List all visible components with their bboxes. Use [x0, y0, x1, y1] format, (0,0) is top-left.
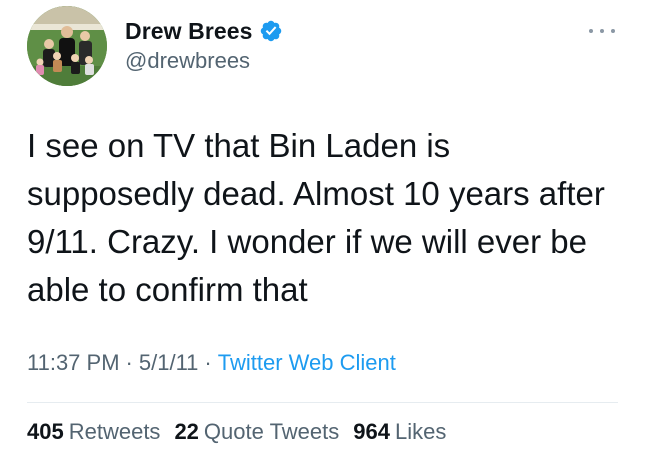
likes-count: 964: [353, 419, 390, 444]
author-display-name[interactable]: Drew Brees: [125, 18, 253, 45]
tweet-source-link[interactable]: Twitter Web Client: [218, 350, 396, 376]
tweet-time[interactable]: 11:37 PM: [27, 350, 120, 376]
verified-badge-icon: [260, 20, 281, 42]
more-dot: [589, 29, 593, 33]
retweets-stat[interactable]: 405 Retweets: [27, 419, 160, 445]
more-dot: [600, 29, 604, 33]
retweets-label: Retweets: [68, 419, 161, 444]
likes-label: Likes: [394, 419, 447, 444]
more-dot: [611, 29, 615, 33]
quote-tweets-label: Quote Tweets: [203, 419, 340, 444]
likes-stat[interactable]: 964 Likes: [353, 419, 446, 445]
tweet-text: I see on TV that Bin Laden is supposedly…: [27, 127, 615, 308]
divider: [27, 402, 618, 403]
family-photo-avatar-icon: [27, 6, 107, 86]
quote-tweets-count: 22: [174, 419, 199, 444]
avatar[interactable]: [27, 6, 107, 86]
retweets-count: 405: [27, 419, 64, 444]
author-handle[interactable]: @drewbrees: [125, 48, 250, 74]
tweet-card: Drew Brees @drewbrees I see on TV that B…: [0, 0, 645, 463]
tweet-meta: 11:37 PM · 5/1/11 · Twitter Web Client: [27, 350, 396, 376]
separator-dot: ·: [125, 350, 133, 375]
tweet-stats: 405 Retweets 22 Quote Tweets 964 Likes: [27, 419, 460, 445]
quote-tweets-stat[interactable]: 22 Quote Tweets: [174, 419, 339, 445]
author-name-row: Drew Brees: [125, 16, 283, 46]
tweet-date[interactable]: 5/1/11: [139, 350, 199, 376]
separator-dot: ·: [204, 350, 212, 375]
more-options-icon[interactable]: [589, 26, 615, 36]
